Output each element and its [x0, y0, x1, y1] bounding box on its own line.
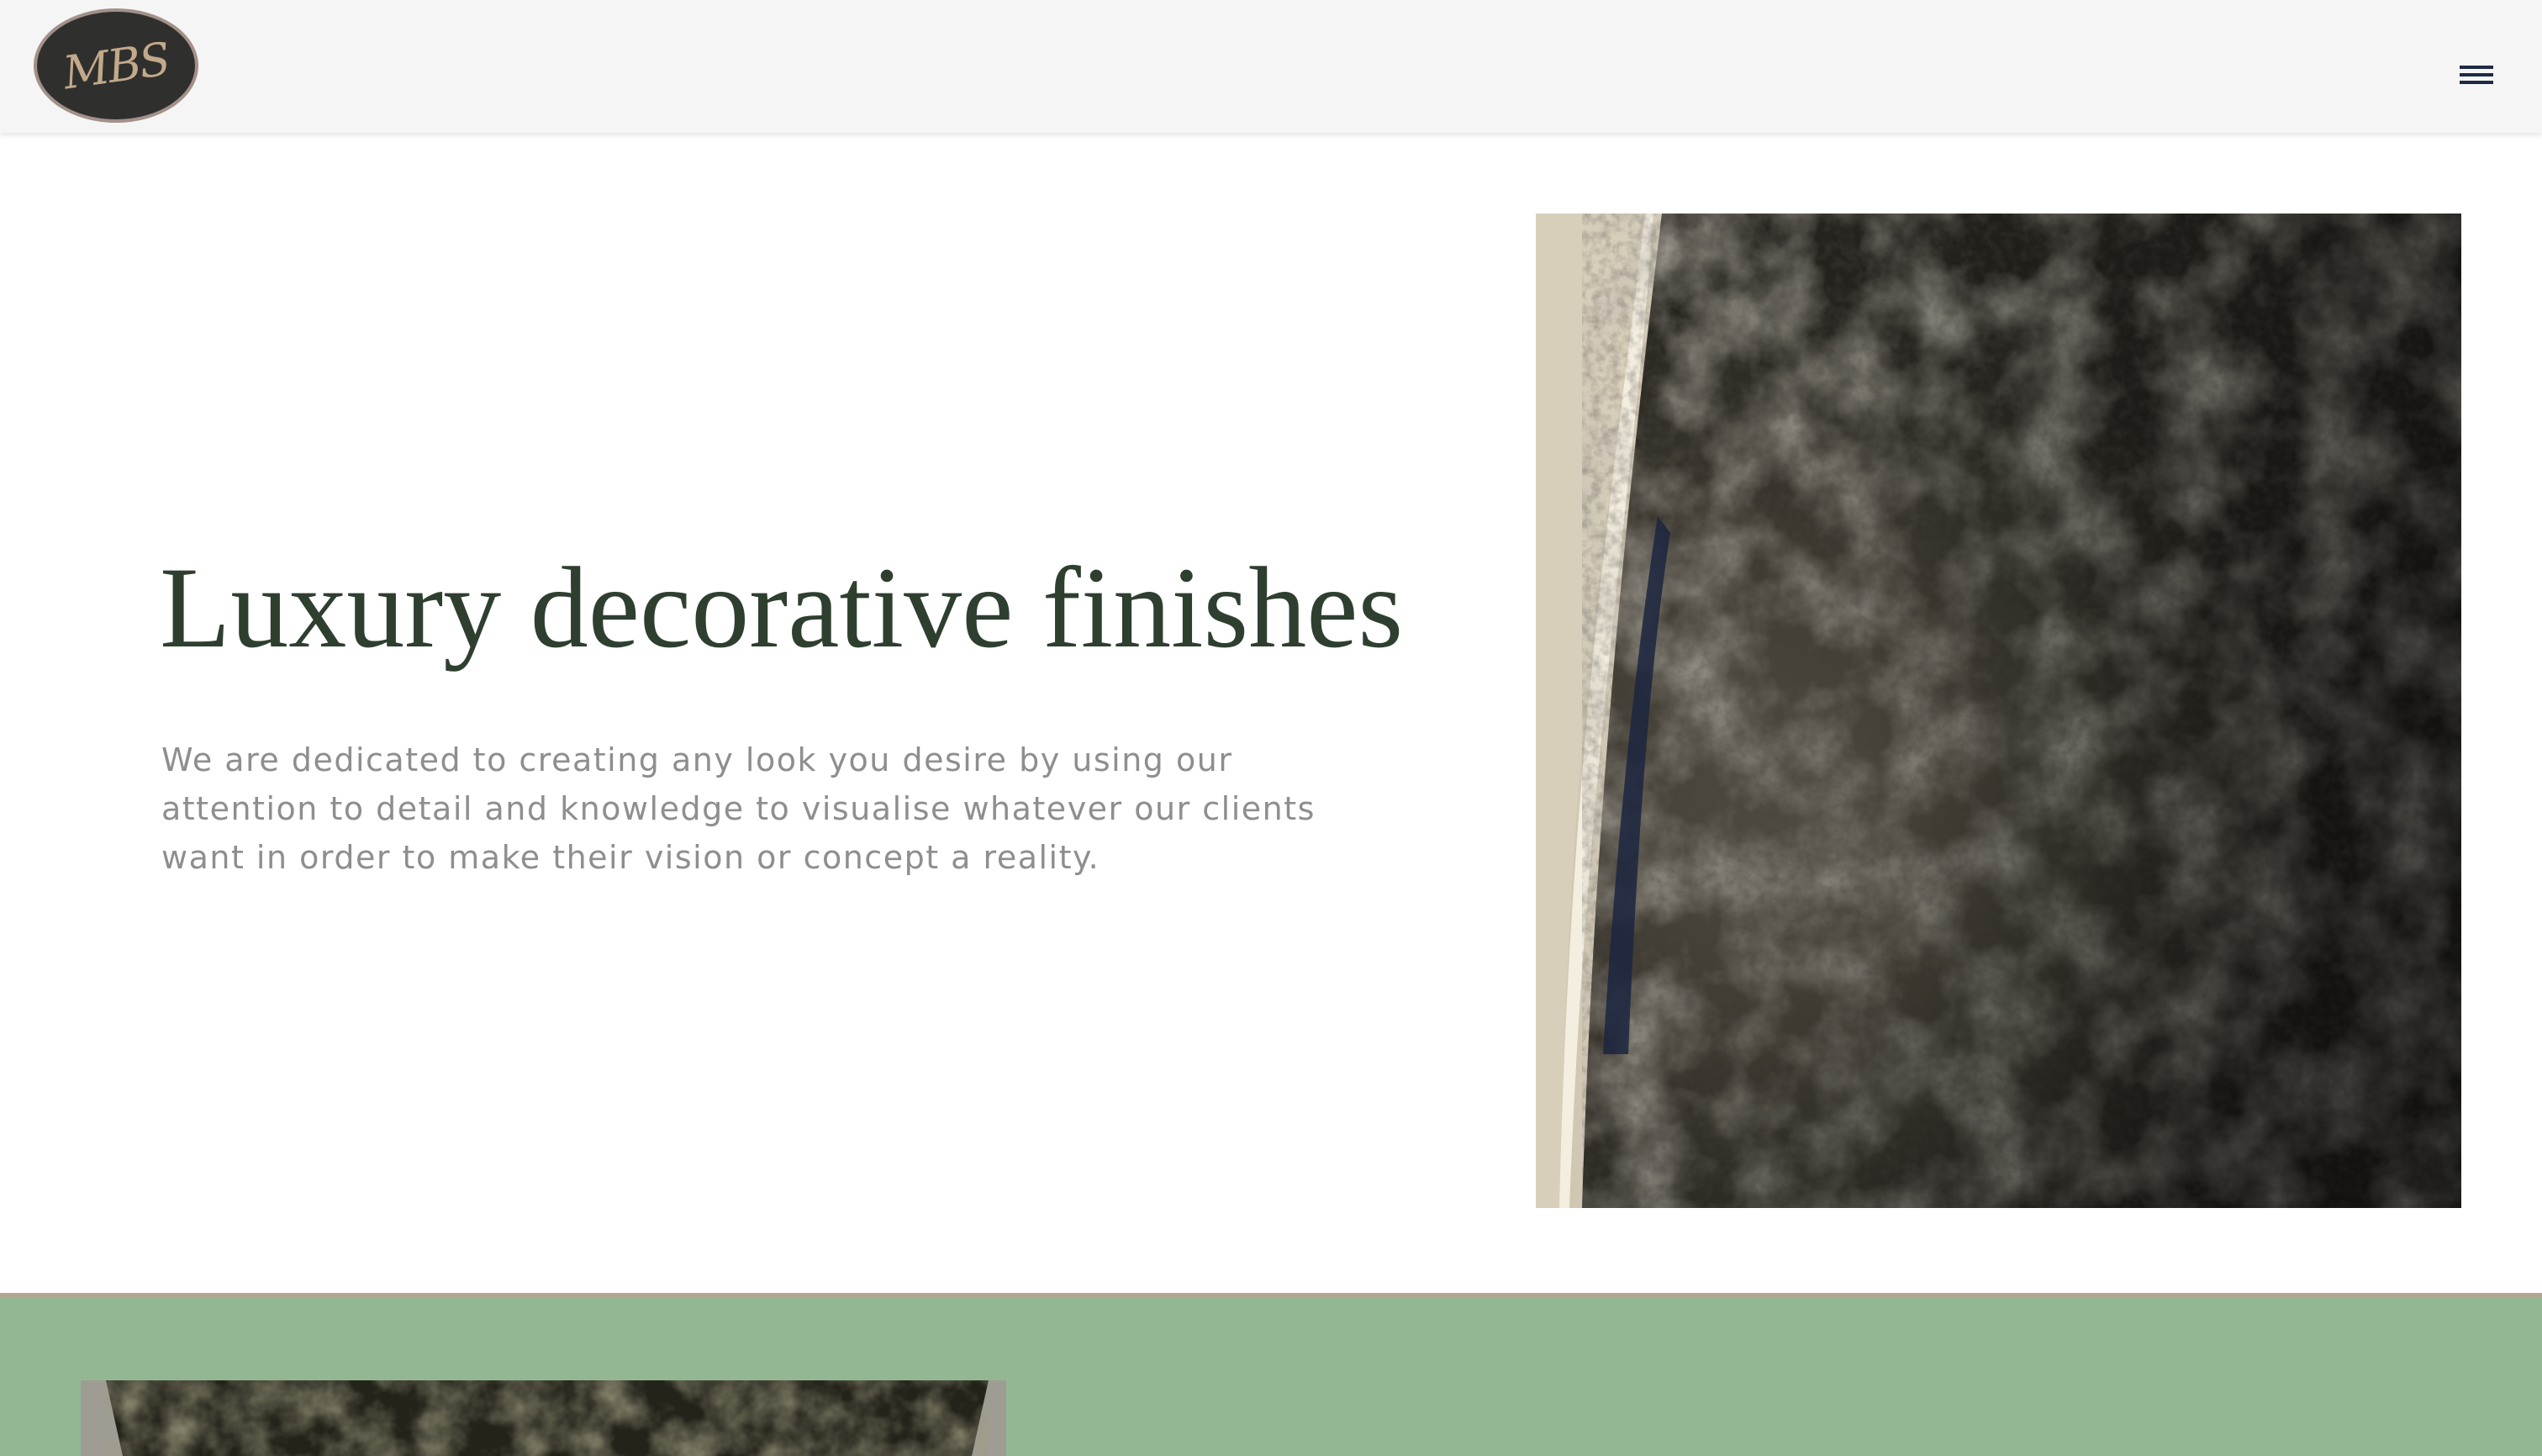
menu-button[interactable] [2458, 55, 2495, 94]
feature-image [81, 1380, 1006, 1456]
hero-title: Luxury decorative finishes [160, 543, 1404, 672]
site-header: MBS [0, 0, 2542, 133]
hero-description: We are dedicated to creating any look yo… [161, 741, 1316, 876]
hamburger-menu-icon [2460, 66, 2493, 84]
hero-image [1536, 214, 2461, 1208]
logo-text: MBS [60, 32, 172, 99]
logo[interactable]: MBS [34, 8, 198, 123]
